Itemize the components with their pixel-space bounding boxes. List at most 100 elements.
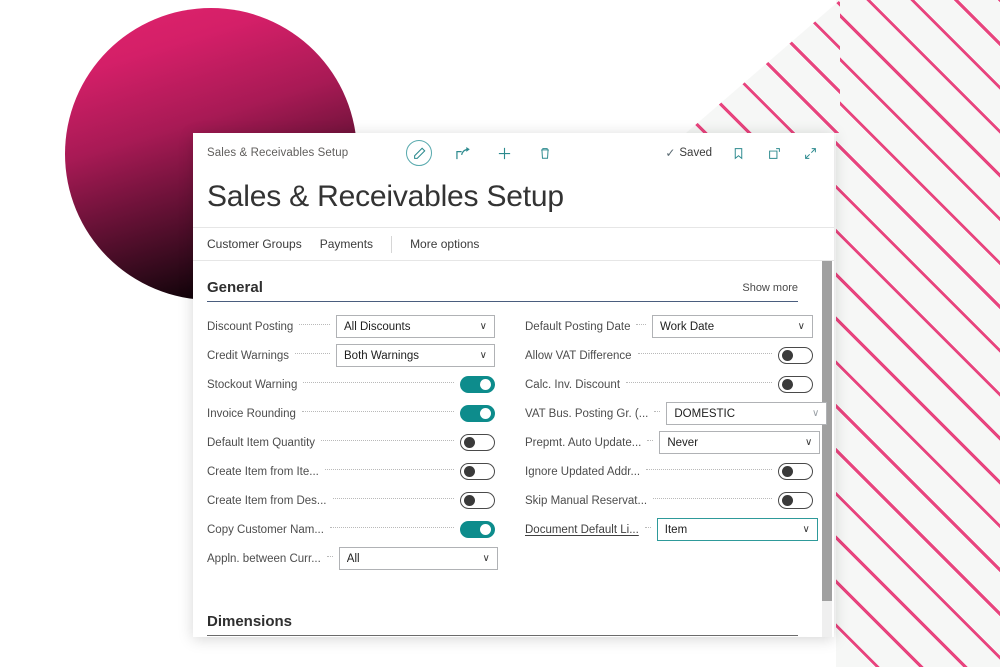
select-vat-bus-posting-gr[interactable]: DOMESTIC ∨ bbox=[666, 402, 828, 425]
select-value: Work Date bbox=[660, 320, 715, 333]
general-left-column: Discount Posting All Discounts ∨ Credit War… bbox=[207, 312, 498, 573]
section-title-general: General bbox=[207, 279, 263, 296]
general-section-header: General Show more bbox=[207, 261, 798, 296]
field-row-default-posting-date: Default Posting Date Work Date ∨ bbox=[525, 312, 813, 341]
select-value: All Discounts bbox=[344, 320, 411, 333]
field-row-calc-inv-discount: Calc. Inv. Discount bbox=[525, 370, 813, 399]
sales-receivables-setup-page: Sales & Receivables Setup ✓ Saved Sales … bbox=[193, 133, 834, 637]
toggle-calc-inv-discount[interactable] bbox=[778, 376, 813, 393]
chevron-down-icon: ∨ bbox=[812, 408, 820, 419]
field-row-credit-warnings: Credit Warnings Both Warnings ∨ bbox=[207, 341, 495, 370]
chevron-down-icon: ∨ bbox=[479, 350, 487, 361]
toggle-knob bbox=[782, 466, 793, 477]
toggle-allow-vat-difference[interactable] bbox=[778, 347, 813, 364]
toggle-skip-manual-reservat[interactable] bbox=[778, 492, 813, 509]
field-label-appln-between-curr: Appln. between Curr... bbox=[207, 552, 321, 565]
ribbon-item-payments[interactable]: Payments bbox=[320, 237, 387, 251]
bookmark-icon[interactable] bbox=[728, 143, 748, 163]
share-icon[interactable] bbox=[453, 143, 473, 163]
chevron-down-icon: ∨ bbox=[482, 553, 490, 564]
dot-leader bbox=[295, 353, 330, 354]
field-row-discount-posting: Discount Posting All Discounts ∨ bbox=[207, 312, 495, 341]
field-label-document-default-li[interactable]: Document Default Li... bbox=[525, 524, 639, 536]
toggle-knob bbox=[480, 524, 491, 535]
toggle-knob bbox=[464, 437, 475, 448]
toggle-create-item-from-ite[interactable] bbox=[460, 463, 495, 480]
dot-leader bbox=[324, 469, 454, 470]
check-icon: ✓ bbox=[665, 146, 676, 160]
select-credit-warnings[interactable]: Both Warnings ∨ bbox=[336, 344, 495, 367]
dot-leader bbox=[321, 440, 454, 441]
chevron-down-icon: ∨ bbox=[479, 321, 487, 332]
general-right-column: Default Posting Date Work Date ∨ Allow VAT … bbox=[525, 312, 828, 573]
saved-label: Saved bbox=[679, 147, 712, 159]
field-row-allow-vat-difference: Allow VAT Difference bbox=[525, 341, 813, 370]
ribbon-item-more-options[interactable]: More options bbox=[410, 237, 493, 251]
field-label-prepmt-auto-update: Prepmt. Auto Update... bbox=[525, 436, 642, 449]
dimensions-section-header: Dimensions bbox=[207, 595, 798, 630]
dimensions-columns: Customer Group Dim...∨ Salesperson Dimen… bbox=[207, 636, 798, 637]
dot-leader bbox=[654, 411, 661, 412]
field-row-invoice-rounding: Invoice Rounding bbox=[207, 399, 495, 428]
select-value: DOMESTIC bbox=[674, 407, 736, 420]
toggle-create-item-from-des[interactable] bbox=[460, 492, 495, 509]
toggle-knob bbox=[782, 350, 793, 361]
select-value: Both Warnings bbox=[344, 349, 419, 362]
field-row-skip-manual-reservat: Skip Manual Reservat... bbox=[525, 486, 813, 515]
delete-icon[interactable] bbox=[535, 143, 555, 163]
field-label-vat-bus-posting-gr: VAT Bus. Posting Gr. (... bbox=[525, 407, 649, 420]
toggle-default-item-quantity[interactable] bbox=[460, 434, 495, 451]
field-label-calc-inv-discount: Calc. Inv. Discount bbox=[525, 378, 621, 391]
action-ribbon: Customer Groups Payments More options bbox=[193, 227, 834, 261]
field-row-copy-customer-nam: Copy Customer Nam... bbox=[207, 515, 495, 544]
dot-leader bbox=[329, 527, 454, 528]
diagonal-stripe-pattern bbox=[836, 0, 1000, 667]
field-label-default-posting-date: Default Posting Date bbox=[525, 320, 631, 333]
select-discount-posting[interactable]: All Discounts ∨ bbox=[336, 315, 495, 338]
field-row-prepmt-auto-update: Prepmt. Auto Update... Never ∨ bbox=[525, 428, 821, 457]
field-row-stockout-warning: Stockout Warning bbox=[207, 370, 495, 399]
field-label-stockout-warning: Stockout Warning bbox=[207, 378, 298, 391]
dot-leader bbox=[303, 382, 454, 383]
dot-leader bbox=[646, 469, 772, 470]
toggle-knob bbox=[782, 379, 793, 390]
section-title-dimensions: Dimensions bbox=[207, 613, 293, 630]
dot-leader bbox=[644, 527, 651, 528]
chevron-down-icon: ∨ bbox=[805, 437, 813, 448]
dot-leader bbox=[647, 440, 654, 441]
new-icon[interactable] bbox=[494, 143, 514, 163]
general-columns: Discount Posting All Discounts ∨ Credit War… bbox=[207, 302, 828, 573]
dot-leader bbox=[637, 353, 772, 354]
select-prepmt-auto-update[interactable]: Never ∨ bbox=[659, 431, 821, 454]
dot-leader bbox=[326, 556, 333, 557]
toggle-knob bbox=[464, 495, 475, 506]
dot-leader bbox=[299, 324, 330, 325]
field-row-vat-bus-posting-gr: VAT Bus. Posting Gr. (... DOMESTIC ∨ bbox=[525, 399, 828, 428]
scrollbar-thumb[interactable] bbox=[822, 261, 832, 601]
select-value: Item bbox=[664, 523, 688, 536]
edit-icon[interactable] bbox=[406, 140, 433, 166]
field-label-create-item-from-des: Create Item from Des... bbox=[207, 494, 327, 507]
dot-leader bbox=[626, 382, 772, 383]
ribbon-divider bbox=[391, 235, 393, 253]
open-in-new-icon[interactable] bbox=[764, 143, 784, 163]
field-label-default-item-quantity: Default Item Quantity bbox=[207, 436, 316, 449]
card-header: Sales & Receivables Setup ✓ Saved bbox=[193, 133, 834, 173]
ribbon-item-customer-groups[interactable]: Customer Groups bbox=[207, 237, 320, 251]
field-label-discount-posting: Discount Posting bbox=[207, 320, 294, 333]
toggle-invoice-rounding[interactable] bbox=[460, 405, 495, 422]
toggle-ignore-updated-addr[interactable] bbox=[778, 463, 813, 480]
select-document-default-li[interactable]: Item ∨ bbox=[656, 518, 818, 541]
toggle-copy-customer-nam[interactable] bbox=[460, 521, 495, 538]
page-title: Sales & Receivables Setup bbox=[207, 180, 564, 213]
toggle-stockout-warning[interactable] bbox=[460, 376, 495, 393]
select-default-posting-date[interactable]: Work Date ∨ bbox=[652, 315, 813, 338]
select-appln-between-curr[interactable]: All ∨ bbox=[338, 547, 498, 570]
field-label-copy-customer-nam: Copy Customer Nam... bbox=[207, 523, 324, 536]
expand-icon[interactable] bbox=[800, 143, 820, 163]
toggle-knob bbox=[464, 466, 475, 477]
show-more-link[interactable]: Show more bbox=[742, 282, 798, 296]
diagonal-stripe-pattern-top bbox=[686, 0, 840, 133]
select-value: All bbox=[346, 552, 360, 565]
header-action-group bbox=[406, 140, 555, 166]
